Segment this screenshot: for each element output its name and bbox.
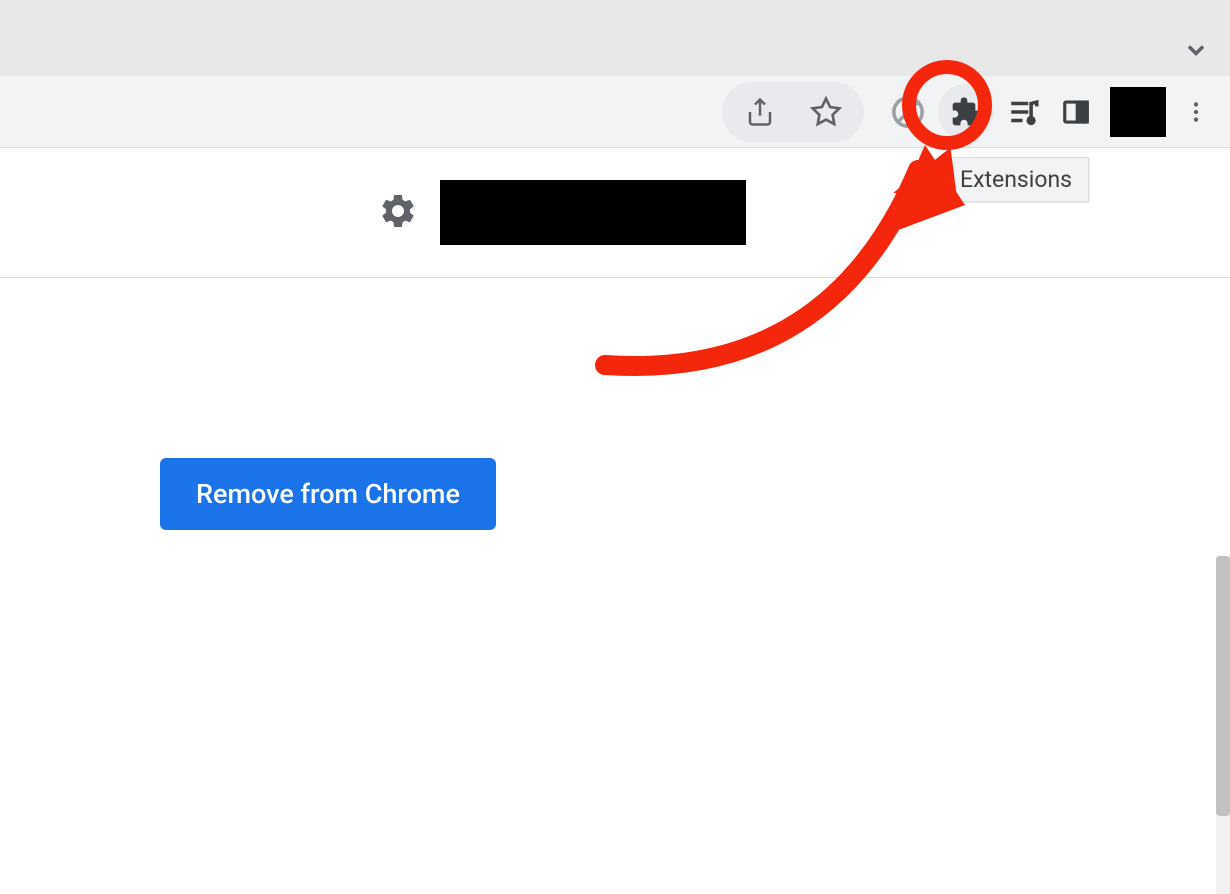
blocker-extension-icon[interactable] bbox=[886, 90, 930, 134]
extensions-button[interactable] bbox=[938, 84, 994, 140]
browser-tab-strip bbox=[0, 0, 1230, 76]
remove-from-chrome-button[interactable]: Remove from Chrome bbox=[160, 458, 496, 530]
browser-toolbar bbox=[0, 76, 1230, 148]
chevron-down-icon[interactable] bbox=[1182, 36, 1210, 68]
share-icon[interactable] bbox=[738, 90, 782, 134]
address-bar-actions bbox=[722, 82, 864, 142]
page-title-redacted bbox=[440, 180, 746, 245]
music-queue-icon[interactable] bbox=[1002, 90, 1046, 134]
star-icon[interactable] bbox=[804, 90, 848, 134]
sidepanel-icon[interactable] bbox=[1054, 90, 1098, 134]
content-area: Remove from Chrome bbox=[0, 278, 1230, 616]
gear-icon[interactable] bbox=[378, 191, 418, 235]
extensions-tooltip: Extensions bbox=[943, 157, 1089, 202]
more-menu-icon[interactable] bbox=[1174, 90, 1218, 134]
profile-avatar[interactable] bbox=[1110, 87, 1166, 137]
scrollbar[interactable] bbox=[1216, 556, 1230, 894]
scrollbar-thumb[interactable] bbox=[1216, 556, 1230, 816]
